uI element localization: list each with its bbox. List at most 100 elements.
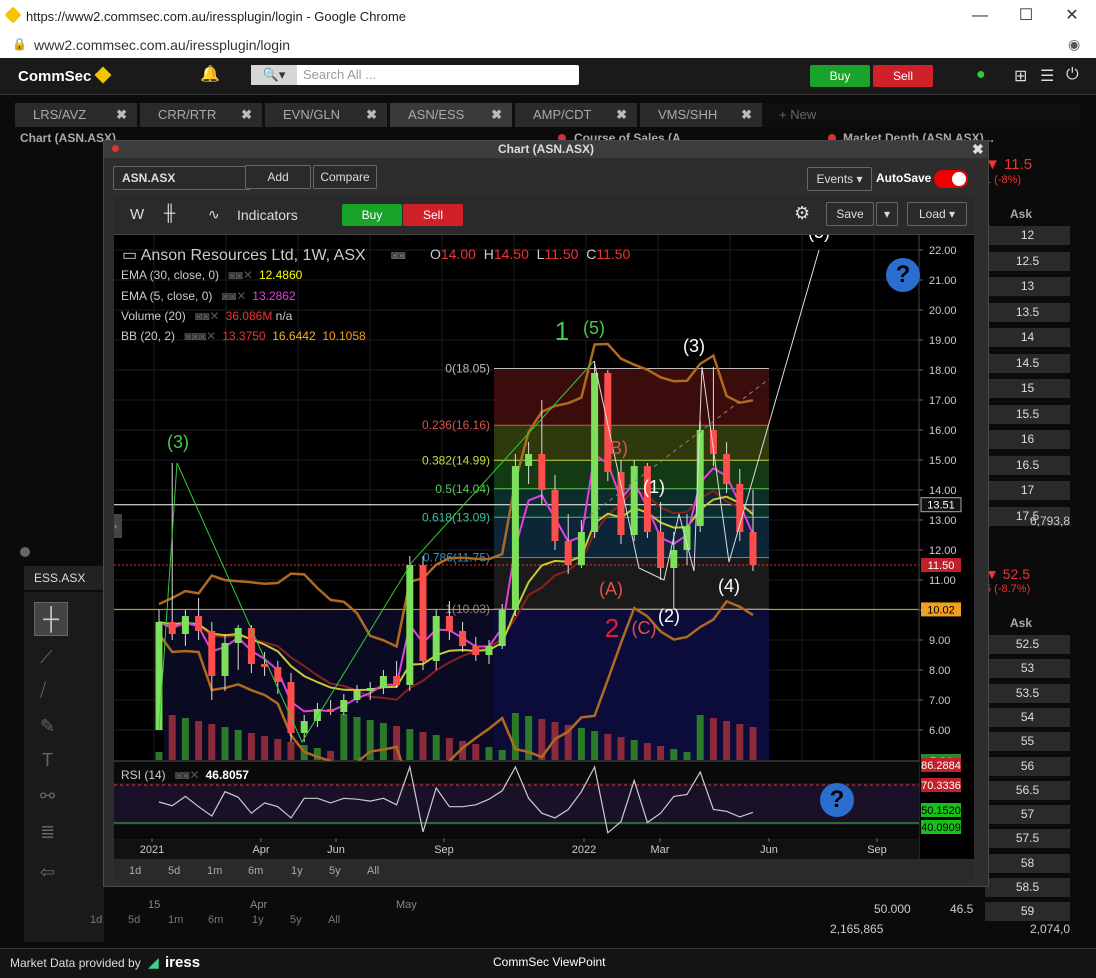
depth-ask-row[interactable]: 54 <box>985 707 1070 727</box>
tab-evn-gln[interactable]: EVN/GLN ✖ <box>265 103 387 127</box>
maximize-icon[interactable]: ☐ <box>1012 6 1040 26</box>
status-bulb-icon[interactable]: ● <box>976 66 986 84</box>
collapse-handle-icon[interactable]: › <box>114 514 122 538</box>
chart-buy-button[interactable]: Buy <box>342 204 402 226</box>
chart-window-close-icon[interactable]: ✖ <box>972 141 984 158</box>
add-panel-icon[interactable]: ⊞ <box>1014 66 1027 86</box>
range-5y[interactable]: 5y <box>290 914 302 926</box>
depth-ask-row[interactable]: 58 <box>985 853 1070 873</box>
depth-ask-row[interactable]: 53.5 <box>985 683 1070 703</box>
range-6m[interactable]: 6m <box>248 865 263 877</box>
eye-icon[interactable]: ◉ <box>1068 36 1080 53</box>
depth-ask-row[interactable]: 53 <box>985 659 1070 679</box>
indicator-controls-icon[interactable]: ◙◙✕ <box>195 309 220 323</box>
load-dropdown[interactable]: Load ▾ <box>907 202 967 226</box>
range-1y[interactable]: 1y <box>291 865 303 877</box>
range-5d[interactable]: 5d <box>168 865 180 877</box>
tab-close-icon[interactable]: ✖ <box>616 103 627 127</box>
close-icon[interactable]: ✕ <box>1058 6 1086 26</box>
range-5y[interactable]: 5y <box>329 865 341 877</box>
tab-vms-shh[interactable]: VMS/SHH ✖ <box>640 103 762 127</box>
indicator-controls-icon[interactable]: ◙◙✕ <box>228 268 253 282</box>
fork-tool-icon[interactable]: ⚯ <box>40 786 55 807</box>
help-icon[interactable]: ? <box>820 783 854 817</box>
tab-close-icon[interactable]: ✖ <box>366 103 377 127</box>
search-input[interactable]: Search All ... <box>303 67 376 82</box>
range-all[interactable]: All <box>367 865 379 877</box>
search-icon[interactable]: 🔍▾ <box>251 65 297 85</box>
save-button[interactable]: Save <box>826 202 874 226</box>
depth-ask-row[interactable]: 13.5 <box>985 302 1070 322</box>
candles-icon[interactable]: ╫ <box>164 205 175 223</box>
tab-close-icon[interactable]: ✖ <box>241 103 252 127</box>
depth-ask-row[interactable]: 14.5 <box>985 353 1070 373</box>
depth-ask-row[interactable]: 16.5 <box>985 455 1070 475</box>
tab-close-icon[interactable]: ✖ <box>741 103 752 127</box>
depth-ask-row[interactable]: 13 <box>985 277 1070 296</box>
add-button[interactable]: Add <box>245 165 311 189</box>
tab-amp-cdt[interactable]: AMP/CDT ✖ <box>515 103 637 127</box>
depth-ask-row[interactable]: 55 <box>985 732 1070 752</box>
range-1y[interactable]: 1y <box>252 914 264 926</box>
range-all[interactable]: All <box>328 914 340 926</box>
indicators-button[interactable]: Indicators <box>237 207 298 223</box>
range-1d[interactable]: 1d <box>90 914 102 926</box>
address-bar[interactable]: 🔒 www2.commsec.com.au/iressplugin/login … <box>0 32 1096 59</box>
range-1d[interactable]: 1d <box>129 865 141 877</box>
indicator-controls-icon[interactable]: ◙◙✕ <box>175 768 200 782</box>
help-icon[interactable]: ? <box>886 258 920 292</box>
bell-icon[interactable]: 🔔 <box>200 64 220 84</box>
range-5d[interactable]: 5d <box>128 914 140 926</box>
address-url[interactable]: www2.commsec.com.au/iressplugin/login <box>34 37 290 53</box>
range-6m[interactable]: 6m <box>208 914 223 926</box>
back-arrow-icon[interactable]: ⇦ <box>40 862 55 883</box>
indicator-controls-icon[interactable]: ◙◙◙✕ <box>184 329 216 343</box>
left-symbol-field[interactable]: ESS.ASX <box>24 566 114 590</box>
interval-selector[interactable]: W <box>130 206 144 223</box>
compare-button[interactable]: Compare <box>313 165 377 189</box>
pattern-tool-icon[interactable]: ⧸ <box>40 680 46 701</box>
header-sell-button[interactable]: Sell <box>873 65 933 87</box>
panel-handle-icon[interactable] <box>20 547 30 557</box>
depth-ask-row[interactable]: 15 <box>985 379 1070 398</box>
tab-close-icon[interactable]: ✖ <box>116 103 127 127</box>
depth-ask-row[interactable]: 14 <box>985 328 1070 347</box>
minimize-icon[interactable]: — <box>966 6 994 26</box>
depth-ask-row[interactable]: 12 <box>985 226 1070 245</box>
tab-asn-ess[interactable]: ASN/ESS ✖ <box>390 103 512 127</box>
settings-gear-icon[interactable]: ⚙ <box>794 203 810 224</box>
depth-ask-row[interactable]: 12.5 <box>985 251 1070 271</box>
crosshair-tool-icon[interactable]: ┼ <box>34 602 68 636</box>
depth-ask-row[interactable]: 56.5 <box>985 780 1070 800</box>
tab-close-icon[interactable]: ✖ <box>491 103 502 127</box>
menu-icon[interactable]: ☰ <box>1040 66 1054 86</box>
depth-ask-row[interactable]: 17 <box>985 481 1070 500</box>
depth-ask-row[interactable]: 52.5 <box>985 635 1070 654</box>
depth-ask-row[interactable]: 57 <box>985 805 1070 825</box>
depth-ask-row[interactable]: 56 <box>985 756 1070 776</box>
search-box[interactable]: 🔍▾ Search All ... <box>251 65 579 85</box>
range-1m[interactable]: 1m <box>168 914 183 926</box>
fib-tool-icon[interactable]: ≣ <box>40 822 55 843</box>
depth-ask-row[interactable]: 59 <box>985 902 1070 922</box>
tab-crr-rtr[interactable]: CRR/RTR ✖ <box>140 103 262 127</box>
indicator-controls-icon[interactable]: ◙◙✕ <box>222 289 247 303</box>
power-icon[interactable]: ⏻ <box>1066 66 1079 84</box>
depth-ask-row[interactable]: 58.5 <box>985 878 1070 897</box>
line-tool-icon[interactable]: ⟋ <box>40 647 53 668</box>
new-tab-button[interactable]: + New <box>765 103 835 127</box>
range-1m[interactable]: 1m <box>207 865 222 877</box>
text-tool-icon[interactable]: T <box>42 750 53 771</box>
depth-ask-row[interactable]: 57.5 <box>985 829 1070 849</box>
save-options-dropdown[interactable]: ▾ <box>876 202 898 226</box>
tab-lrs-avz[interactable]: LRS/AVZ ✖ <box>15 103 137 127</box>
brush-tool-icon[interactable]: ✎ <box>40 716 55 737</box>
depth-ask-row[interactable]: 15.5 <box>985 404 1070 424</box>
chart-sell-button[interactable]: Sell <box>403 204 463 226</box>
header-buy-button[interactable]: Buy <box>810 65 870 87</box>
legend-controls-icon[interactable]: ◙◙ <box>391 248 406 262</box>
indicators-icon[interactable]: ∿ <box>208 206 220 223</box>
events-dropdown[interactable]: Events ▾ <box>807 167 872 191</box>
commsec-logo[interactable]: CommSec <box>18 66 112 85</box>
chart-symbol-field[interactable]: ASN.ASX <box>113 166 251 190</box>
